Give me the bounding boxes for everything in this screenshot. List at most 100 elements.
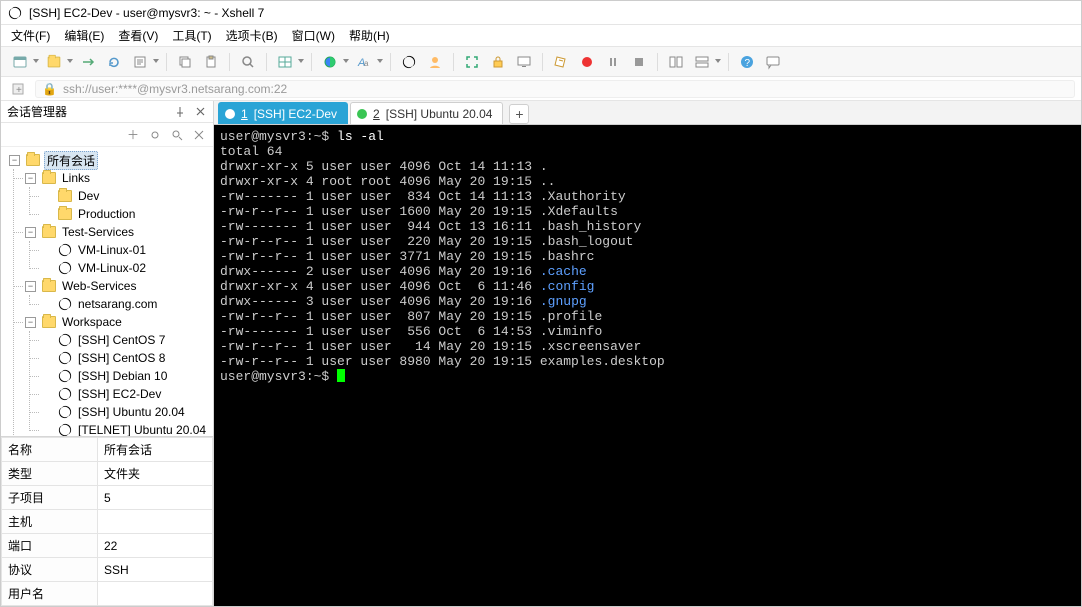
tb-pause-icon[interactable] [602,51,624,73]
collapse-icon[interactable]: − [25,281,36,292]
tree-label[interactable]: 所有会话 [44,151,98,170]
tb-lock-icon[interactable] [487,51,509,73]
tree-label[interactable]: [SSH] Ubuntu 20.04 [76,405,187,419]
tree-label[interactable]: Web-Services [60,279,138,293]
tree-label[interactable]: netsarang.com [76,297,159,311]
close-icon[interactable] [193,105,207,119]
tb-fullscreen-icon[interactable] [461,51,483,73]
tree-label[interactable]: VM-Linux-02 [76,261,148,275]
tb-paste-icon[interactable] [200,51,222,73]
tree-label[interactable]: Links [60,171,92,185]
session-icon [58,423,72,436]
tb-connect-icon[interactable] [77,51,99,73]
collapse-icon[interactable]: − [25,317,36,328]
tree-label[interactable]: Test-Services [60,225,136,239]
tb-script-icon[interactable] [550,51,572,73]
tree-label[interactable]: Workspace [60,315,124,329]
tree-label[interactable]: [SSH] CentOS 7 [76,333,167,347]
tb-record-icon[interactable] [576,51,598,73]
tb-copy-icon[interactable] [174,51,196,73]
dd-icon[interactable] [33,59,39,65]
tb-screen-icon[interactable] [513,51,535,73]
tree-folder-web[interactable]: − Web-Services [23,277,211,295]
tree-item[interactable]: [SSH] Debian 10 [39,367,211,385]
tb-user-icon[interactable] [424,51,446,73]
addr-back-plus-icon[interactable]: + [7,78,29,100]
tree-label[interactable]: [SSH] CentOS 8 [76,351,167,365]
tree-label[interactable]: [TELNET] Ubuntu 20.04 [76,423,208,436]
tb-reconnect-icon[interactable] [103,51,125,73]
tree-folder-links[interactable]: − Links [23,169,211,187]
tree-label[interactable]: Dev [76,189,101,203]
tree-item[interactable]: [SSH] Ubuntu 20.04 [39,403,211,421]
tree-item[interactable]: [SSH] EC2-Dev [39,385,211,403]
sb-search-icon[interactable] [169,127,185,143]
tree-label[interactable]: VM-Linux-01 [76,243,148,257]
tree-item[interactable]: Dev [39,187,211,205]
tab-ubuntu[interactable]: 2 [SSH] Ubuntu 20.04 [350,102,503,124]
menu-help[interactable]: 帮助(H) [349,27,390,44]
prop-key: 用户名 [2,582,98,606]
dd-icon[interactable] [343,59,349,65]
separator [453,53,454,71]
dd-icon[interactable] [715,59,721,65]
session-icon [58,351,72,365]
collapse-icon[interactable]: − [25,227,36,238]
tb-help-icon[interactable]: ? [736,51,758,73]
folder-icon [42,226,56,238]
tree-item[interactable]: [SSH] CentOS 7 [39,331,211,349]
dd-icon[interactable] [298,59,304,65]
menu-tabs[interactable]: 选项卡(B) [226,27,278,44]
tb-layout-icon[interactable] [274,51,296,73]
separator [166,53,167,71]
tb-search-icon[interactable] [237,51,259,73]
dd-icon[interactable] [377,59,383,65]
sb-delete-icon[interactable] [191,127,207,143]
tb-color-icon[interactable] [319,51,341,73]
prop-row: 类型文件夹 [2,462,213,486]
tb-font-icon[interactable]: Aa [353,51,375,73]
tree-item[interactable]: [TELNET] Ubuntu 20.04 [39,421,211,436]
prop-val: SSH [98,558,213,582]
tree-label[interactable]: [SSH] Debian 10 [76,369,169,383]
terminal[interactable]: user@mysvr3:~$ ls -al total 64 drwxr-xr-… [214,125,1081,606]
tb-xshell-icon[interactable] [398,51,420,73]
dd-icon[interactable] [67,59,73,65]
tb-open-folder-icon[interactable] [43,51,65,73]
tb-stop-icon[interactable] [628,51,650,73]
tb-feedback-icon[interactable] [762,51,784,73]
tree-item[interactable]: VM-Linux-02 [39,259,211,277]
tree-item[interactable]: netsarang.com [39,295,211,313]
dd-icon[interactable] [153,59,159,65]
tab-ec2dev[interactable]: 1 [SSH] EC2-Dev [218,102,348,124]
menu-file[interactable]: 文件(F) [11,27,50,44]
tb-tile-v-icon[interactable] [665,51,687,73]
tree-label[interactable]: Production [76,207,137,221]
menu-edit[interactable]: 编辑(E) [64,27,104,44]
tree-item[interactable]: VM-Linux-01 [39,241,211,259]
tb-new-session-icon[interactable] [9,51,31,73]
address-input[interactable]: 🔒 ssh://user:****@mysvr3.netsarang.com:2… [35,80,1075,98]
menu-view[interactable]: 查看(V) [118,27,158,44]
tree-folder-workspace[interactable]: − Workspace [23,313,211,331]
folder-icon [42,280,56,292]
sb-link-icon[interactable] [147,127,163,143]
collapse-icon[interactable]: − [9,155,20,166]
folder-icon [58,190,72,202]
tree-item[interactable]: Production [39,205,211,223]
sb-add-icon[interactable]: ＋ [125,127,141,143]
tree-item[interactable]: [SSH] CentOS 8 [39,349,211,367]
tab-add-button[interactable]: + [509,104,529,124]
pin-icon[interactable] [173,105,187,119]
menu-window[interactable]: 窗口(W) [292,27,335,44]
tree-root[interactable]: − 所有会话 [7,151,211,169]
collapse-icon[interactable]: − [25,173,36,184]
tb-properties-icon[interactable] [129,51,151,73]
session-icon [58,369,72,383]
menu-tools[interactable]: 工具(T) [172,27,211,44]
tree-label[interactable]: [SSH] EC2-Dev [76,387,163,401]
session-icon [58,333,72,347]
session-tree[interactable]: − 所有会话 − Links Dev Production [1,147,213,436]
tb-tile-h-icon[interactable] [691,51,713,73]
tree-folder-test[interactable]: − Test-Services [23,223,211,241]
